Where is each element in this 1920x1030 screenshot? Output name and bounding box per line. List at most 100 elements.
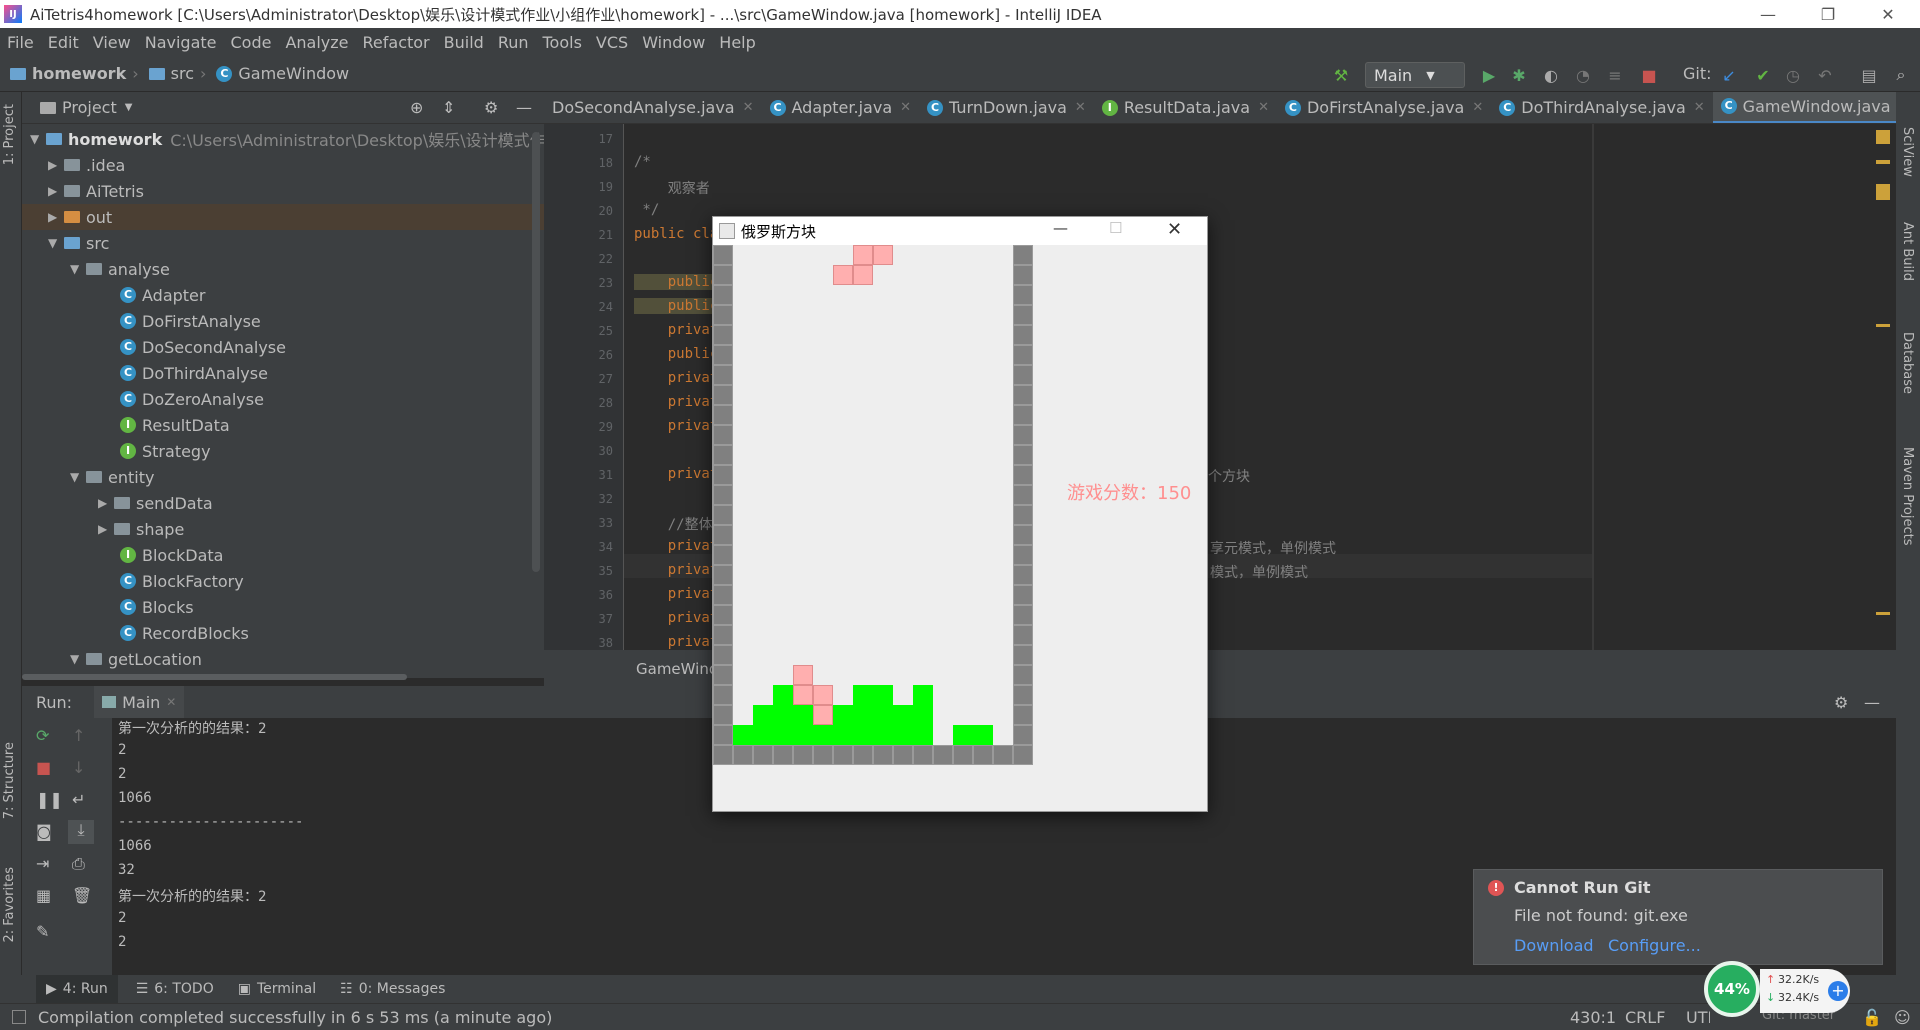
collapse-all-icon[interactable]: ⇕ [442,98,455,117]
pin-icon[interactable]: ✎ [36,922,49,941]
coverage-icon[interactable]: ◐ [1540,64,1562,86]
rerun-icon[interactable]: ⟳ [36,726,49,745]
tree-item-idea[interactable]: ▶ .idea [48,152,125,178]
tree-item-shape[interactable]: ▶ shape [98,516,184,542]
close-icon[interactable]: ✕ [1167,219,1182,240]
tree-item-recordblocks[interactable]: C RecordBlocks [120,620,249,646]
menu-tools[interactable]: Tools [536,33,589,52]
tree-item-dothirdanalyse[interactable]: C DoThirdAnalyse [120,360,268,386]
gear-icon[interactable]: ⚙ [1834,693,1848,712]
tree-item-dosecondanalyse[interactable]: C DoSecondAnalyse [120,334,286,360]
tree-item-resultdata[interactable]: I ResultData [120,412,230,438]
locate-icon[interactable]: ⊕ [410,98,423,117]
menu-edit[interactable]: Edit [41,33,86,52]
lock-icon[interactable]: 🔓 [1862,1008,1882,1027]
run-tab-main[interactable]: Main ✕ [94,686,185,718]
debug-icon[interactable]: ✱ [1508,64,1530,86]
tree-item-dozeroanalyse[interactable]: C DoZeroAnalyse [120,386,264,412]
tab-messages[interactable]: ☷ 0: Messages [340,981,445,997]
plus-icon[interactable]: + [1828,981,1848,1001]
chevron-down-icon[interactable]: ▼ [125,102,133,113]
tree-item-strategy[interactable]: I Strategy [120,438,211,464]
build-hammer-icon[interactable]: ⚒ [1330,64,1352,86]
revert-icon[interactable]: ↶ [1814,64,1836,86]
download-link[interactable]: Download [1514,936,1594,955]
soft-wrap-icon[interactable]: ↵ [72,790,85,809]
tetris-board[interactable] [713,245,1033,765]
camera-icon[interactable]: ◙ [36,822,52,841]
memory-icon[interactable]: ☺ [1894,1008,1911,1027]
tab-structure[interactable]: 7: Structure [2,742,17,819]
minimize-icon[interactable]: — [1053,219,1068,237]
close-tab-icon[interactable]: ✕ [743,100,754,115]
tab-run[interactable]: ▶ 4: Run [36,975,118,1003]
menu-file[interactable]: File [0,33,41,52]
tab-todo[interactable]: ☰ 6: TODO [136,981,214,997]
tab-database[interactable]: Database [1900,332,1915,394]
tab-sciview[interactable]: SciView [1900,127,1915,177]
tab-project[interactable]: 1: Project [2,104,17,165]
tree-item-senddata[interactable]: ▶ sendData [98,490,213,516]
hide-panel-icon[interactable]: — [1864,693,1880,712]
print-icon[interactable]: ⎙ [72,854,85,874]
restore-icon[interactable]: ❐ [1800,0,1856,28]
menu-run[interactable]: Run [491,33,536,52]
tab-ant-build[interactable]: Ant Build [1900,222,1915,281]
error-stripe[interactable] [1876,126,1890,206]
toggle-toolwindows-icon[interactable] [12,1010,26,1024]
tree-item-blockfactory[interactable]: C BlockFactory [120,568,244,594]
caret-position[interactable]: 430:1 [1570,1008,1616,1027]
tree-item-adapter[interactable]: C Adapter [120,282,205,308]
tree-item-src[interactable]: ▼ src [48,230,109,256]
run-icon[interactable]: ▶ [1478,64,1500,86]
vertical-scrollbar[interactable] [532,132,540,572]
pause-icon[interactable]: ❚❚ [36,790,63,809]
attach-icon[interactable]: ≡ [1604,64,1626,86]
tree-item-entity[interactable]: ▼ entity [70,464,154,490]
close-tab-icon[interactable]: ✕ [900,100,911,115]
tree-item-getlocation[interactable]: ▼ getLocation [70,646,202,672]
horizontal-scrollbar[interactable] [22,674,407,680]
tab-turndown[interactable]: C TurnDown.java ✕ [919,92,1094,123]
close-tab-icon[interactable]: ✕ [166,695,176,709]
tab-terminal[interactable]: ▣ Terminal [238,981,316,997]
tab-resultdata[interactable]: I ResultData.java ✕ [1094,92,1277,123]
tree-item-aitetris[interactable]: ▶ AiTetris [48,178,144,204]
tab-favorites[interactable]: 2: Favorites [2,867,17,943]
git-update-icon[interactable]: ↙ [1718,64,1740,86]
gear-icon[interactable]: ⚙ [484,98,498,117]
down-arrow-icon[interactable]: ↓ [72,758,85,777]
menu-vcs[interactable]: VCS [589,33,635,52]
menu-view[interactable]: View [86,33,138,52]
menu-build[interactable]: Build [437,33,491,52]
stop-icon[interactable]: ■ [1638,64,1660,86]
tree-item-blocks[interactable]: C Blocks [120,594,194,620]
minimize-icon[interactable]: — [1740,0,1796,28]
network-monitor-widget[interactable]: 44% ↑ 32.2K/s ↓ 32.4K/s + [1704,961,1854,1023]
run-config-select[interactable]: Main ▼ [1365,62,1465,88]
configure-link[interactable]: Configure... [1608,936,1701,955]
history-icon[interactable]: ◷ [1782,64,1804,86]
editor-breadcrumb[interactable]: GameWind [636,660,718,678]
menu-refactor[interactable]: Refactor [356,33,437,52]
git-commit-icon[interactable]: ✔ [1752,64,1774,86]
project-structure-icon[interactable]: ▤ [1858,64,1880,86]
trash-icon[interactable]: 🗑 [72,886,92,905]
close-tab-icon[interactable]: ✕ [1258,100,1269,115]
tree-item-analyse[interactable]: ▼ analyse [70,256,170,282]
tree-root[interactable]: ▼ homework C:\Users\Administrator\Deskto… [30,126,583,152]
menu-window[interactable]: Window [635,33,712,52]
stop-icon[interactable]: ■ [36,758,51,777]
tab-dothirdanalyse[interactable]: C DoThirdAnalyse.java ✕ [1491,92,1712,123]
menu-help[interactable]: Help [712,33,762,52]
search-icon[interactable]: ⌕ [1890,64,1912,86]
tab-gamewindow[interactable]: CGameWindow.java✕ [1712,92,1896,123]
tree-item-dofirstanalyse[interactable]: C DoFirstAnalyse [120,308,261,334]
profile-icon[interactable]: ◔ [1572,64,1594,86]
tab-dofirstanalyse[interactable]: C DoFirstAnalyse.java ✕ [1277,92,1491,123]
menu-navigate[interactable]: Navigate [138,33,224,52]
breadcrumb-project[interactable]: homework [10,64,126,83]
tree-item-out[interactable]: ▶ out [22,204,544,230]
tab-adapter[interactable]: C Adapter.java ✕ [762,92,920,123]
exit-icon[interactable]: ⇥ [36,854,49,873]
